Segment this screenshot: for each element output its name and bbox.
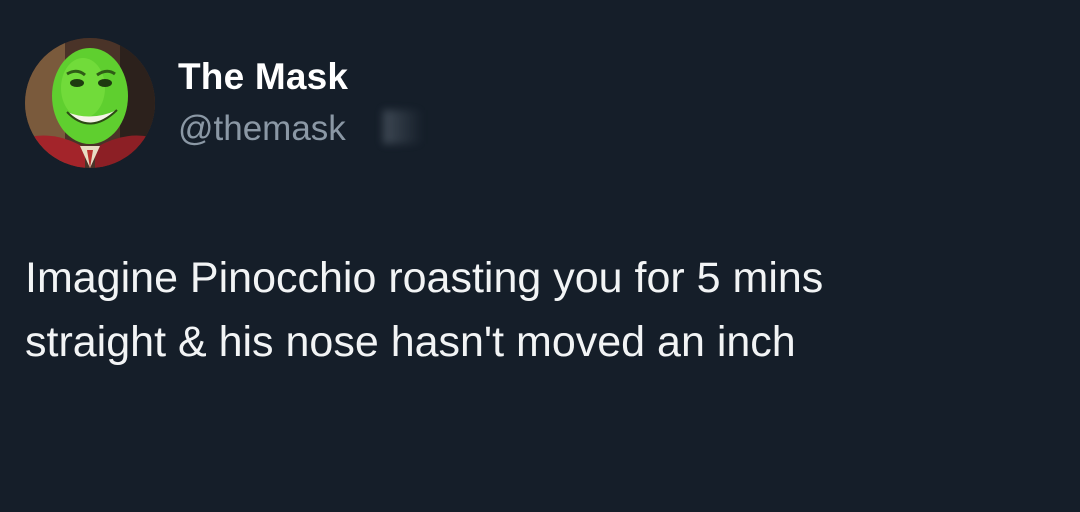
tweet-header: The Mask @themask	[25, 38, 725, 170]
author-display-name[interactable]: The Mask	[178, 56, 348, 98]
tweet-text: Imagine Pinocchio roasting you for 5 min…	[25, 254, 824, 366]
author-handle[interactable]: @themask	[178, 109, 346, 148]
profile-avatar[interactable]	[25, 38, 155, 168]
author-names: The Mask @themask	[178, 56, 423, 150]
green-mask-face-icon	[25, 38, 155, 168]
author-handle-row: @themask	[178, 108, 423, 150]
handle-blur-overlay	[383, 110, 423, 144]
tweet-card: The Mask @themask Imagine Pinocchio roas…	[0, 0, 1080, 512]
